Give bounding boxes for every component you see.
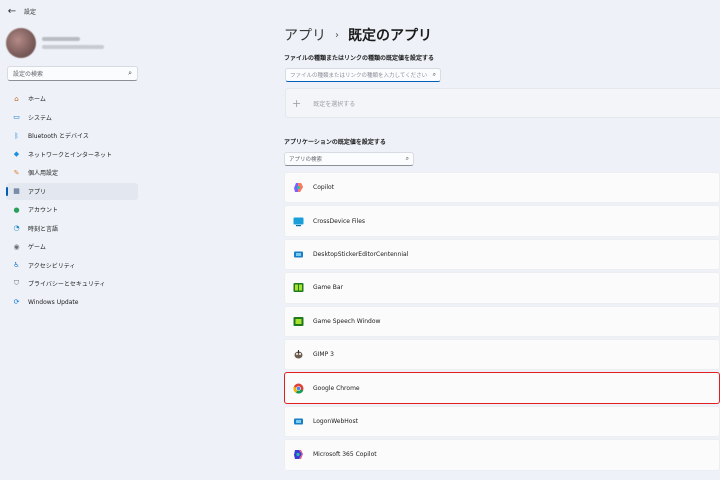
- app-row-m365-copilot[interactable]: Microsoft 365 Copilot: [284, 439, 720, 471]
- windows-update-icon: ⟳: [13, 298, 20, 307]
- app-row-copilot[interactable]: Copilot: [284, 172, 720, 204]
- sidebar-item-home[interactable]: ⌂ ホーム: [6, 90, 138, 108]
- main-content: アプリ › 既定のアプリ ファイルの種類またはリンクの種類の既定値を設定する フ…: [145, 0, 720, 480]
- home-icon: ⌂: [14, 94, 19, 103]
- chevron-right-icon: ›: [335, 29, 339, 41]
- sidebar-item-label: ホーム: [28, 96, 46, 104]
- sidebar-item-time-language[interactable]: ◔ 時刻と言語: [6, 220, 138, 238]
- back-arrow-icon: ←: [7, 5, 17, 17]
- app-search-input[interactable]: アプリの検索 ⌕: [284, 152, 414, 166]
- sidebar-item-label: 時刻と言語: [28, 225, 59, 233]
- app-row-sticker-editor[interactable]: DesktopStickerEditorCentennial: [284, 238, 720, 271]
- profile-email-redacted: [42, 45, 104, 49]
- settings-search-placeholder: 設定の検索: [13, 71, 44, 78]
- app-name: LogonWebHost: [313, 417, 358, 425]
- sidebar-item-shield[interactable]: ⛉ プライバシーとセキュリティ: [6, 275, 138, 293]
- settings-search-input[interactable]: 設定の検索 ⌕: [7, 66, 138, 81]
- sidebar-item-apps[interactable]: ▦ アプリ: [6, 182, 138, 200]
- window-title: 設定: [24, 8, 37, 16]
- page-title: 既定のアプリ: [348, 28, 432, 44]
- filetype-section-label: ファイルの種類またはリンクの種類の既定値を設定する: [284, 55, 435, 62]
- app-name: Google Chrome: [313, 384, 360, 392]
- app-row-game-bar[interactable]: Game Bar: [284, 272, 720, 304]
- filetype-search-input[interactable]: ファイルの種類またはリンクの種類を入力してください ⌕: [285, 68, 441, 82]
- sidebar-item-windows-update[interactable]: ⟳ Windows Update: [6, 294, 138, 312]
- sidebar-item-gaming[interactable]: ◉ ゲーム: [6, 238, 138, 256]
- app-name: Game Bar: [313, 284, 344, 292]
- sidebar-item-label: プライバシーとセキュリティ: [28, 281, 106, 289]
- gaming-icon: ◉: [13, 242, 20, 251]
- bluetooth-icon: ᛒ: [14, 131, 19, 140]
- user-profile[interactable]: [6, 28, 104, 58]
- shield-icon: ⛉: [13, 279, 20, 288]
- search-icon: ⌕: [432, 71, 436, 78]
- app-name: Microsoft 365 Copilot: [313, 451, 377, 459]
- apps-icon: ▦: [13, 187, 20, 196]
- app-name: GIMP 3: [313, 351, 334, 359]
- sidebar-nav: ⌂ ホーム ▭ システム ᛒ Bluetooth とデバイス ◆ ネットワークとインターネット…: [6, 90, 138, 312]
- app-row-crossdevice[interactable]: CrossDevice Files: [284, 205, 720, 237]
- sidebar-item-label: Windows Update: [28, 298, 79, 306]
- sidebar-item-accessibility[interactable]: ♿ アクセシビリティ: [6, 257, 138, 275]
- sidebar-item-system[interactable]: ▭ システム: [6, 109, 138, 127]
- apps-section-label: アプリケーションの既定値を設定する: [284, 139, 386, 146]
- app-name: Copilot: [313, 184, 335, 192]
- sidebar-item-label: ゲーム: [28, 244, 46, 252]
- app-row-chrome[interactable]: Google Chrome: [284, 372, 720, 404]
- profile-name-redacted: [42, 37, 80, 41]
- account-icon: ●: [13, 205, 20, 214]
- app-row-game-speech[interactable]: Game Speech Window: [284, 305, 720, 337]
- copilot-icon: [293, 182, 304, 193]
- app-row-logon-webhost[interactable]: LogonWebHost: [284, 405, 720, 438]
- choose-default-button[interactable]: + 既定を選択する: [285, 88, 720, 118]
- app-search-placeholder: アプリの検索: [289, 157, 323, 163]
- app-name: DesktopStickerEditorCentennial: [313, 250, 409, 258]
- app-row-gimp[interactable]: GIMP 3: [284, 338, 720, 371]
- filetype-search-placeholder: ファイルの種類またはリンクの種類を入力してください: [290, 73, 428, 79]
- sidebar-item-label: アプリ: [28, 188, 47, 196]
- sidebar-item-label: Bluetooth とデバイス: [28, 133, 89, 141]
- game-speech-icon: [293, 316, 304, 327]
- chrome-icon: [293, 383, 304, 394]
- sidebar-item-label: アカウント: [28, 207, 59, 215]
- sidebar-item-label: 個人用設定: [28, 170, 59, 178]
- sidebar-item-brush[interactable]: ✎ 個人用設定: [6, 164, 138, 182]
- choose-default-label: 既定を選択する: [313, 100, 356, 108]
- sidebar-item-bluetooth[interactable]: ᛒ Bluetooth とデバイス: [6, 127, 138, 145]
- game-bar-icon: [293, 282, 304, 293]
- sidebar-item-account[interactable]: ● アカウント: [6, 201, 138, 219]
- logon-webhost-icon: [293, 416, 304, 427]
- search-icon: ⌕: [405, 155, 409, 162]
- sidebar-item-network[interactable]: ◆ ネットワークとインターネット: [6, 146, 138, 164]
- gimp-icon: [293, 349, 304, 360]
- sidebar-item-label: ネットワークとインターネット: [28, 151, 113, 159]
- back-button[interactable]: ←: [4, 3, 20, 19]
- time-language-icon: ◔: [13, 224, 20, 233]
- sidebar: 設定の検索 ⌕ ⌂ ホーム ▭ システム ᛒ Bluetooth とデバイス ◆ ネットワーク…: [0, 22, 145, 480]
- avatar: [6, 28, 36, 58]
- app-name: Game Speech Window: [313, 317, 381, 325]
- brush-icon: ✎: [13, 168, 20, 177]
- m365-copilot-icon: [293, 449, 304, 460]
- plus-icon: +: [292, 96, 302, 110]
- network-icon: ◆: [13, 150, 20, 159]
- sidebar-item-label: システム: [28, 114, 52, 122]
- sticker-editor-icon: [293, 249, 304, 260]
- sidebar-item-label: アクセシビリティ: [28, 262, 76, 270]
- crossdevice-icon: [293, 216, 304, 227]
- system-icon: ▭: [13, 113, 20, 122]
- breadcrumb: アプリ › 既定のアプリ: [284, 25, 432, 45]
- breadcrumb-apps[interactable]: アプリ: [284, 25, 326, 45]
- app-name: CrossDevice Files: [313, 217, 366, 225]
- accessibility-icon: ♿: [13, 261, 20, 270]
- app-list: Copilot CrossDevice Files DesktopStickerEd…: [284, 172, 720, 473]
- search-icon: ⌕: [128, 69, 132, 77]
